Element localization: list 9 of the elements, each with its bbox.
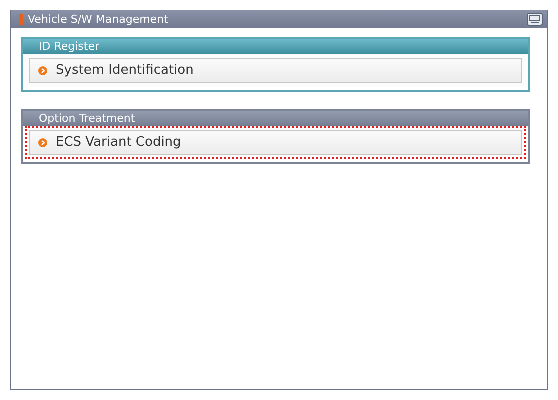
menu-item[interactable]: ECS Variant Coding <box>29 130 522 155</box>
menu-item[interactable]: System Identification <box>29 58 522 83</box>
bullet-icon <box>38 66 48 76</box>
section-title: ID Register <box>39 40 100 53</box>
bullet-icon <box>38 138 48 148</box>
window-title: Vehicle S/W Management <box>28 12 170 26</box>
window-button-icon[interactable] <box>527 12 543 26</box>
section-title: Option Treatment <box>39 112 136 125</box>
app-icon <box>19 14 23 24</box>
